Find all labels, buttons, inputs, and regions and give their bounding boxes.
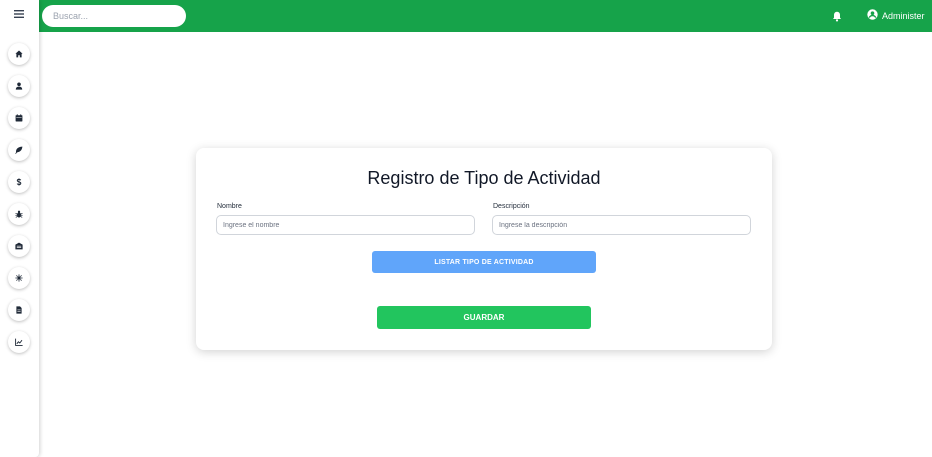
sidebar-item-user[interactable] (8, 75, 30, 97)
sidebar-item-reports[interactable] (8, 331, 30, 353)
sidebar-item-documents[interactable] (8, 299, 30, 321)
sidebar-item-warehouse[interactable] (8, 235, 30, 257)
list-activity-types-button[interactable]: LISTAR TIPO DE ACTIVIDAD (372, 251, 596, 273)
calendar-icon (15, 109, 23, 127)
virus-icon (15, 269, 23, 287)
user-menu[interactable]: Administer (867, 9, 925, 23)
bug-icon (15, 205, 23, 223)
description-label: Descripción (493, 203, 530, 210)
sidebar-item-diseases[interactable] (8, 267, 30, 289)
description-input[interactable] (492, 215, 751, 235)
document-icon (15, 301, 23, 319)
save-button[interactable]: GUARDAR (377, 306, 591, 329)
sidebar-item-home[interactable] (8, 43, 30, 65)
page-title: Registro de Tipo de Actividad (367, 168, 601, 188)
chart-icon (15, 333, 23, 351)
home-icon (15, 45, 23, 63)
name-input[interactable] (216, 215, 475, 235)
sidebar-item-leaf[interactable] (8, 139, 30, 161)
name-label: Nombre (217, 203, 242, 210)
user-name: Administer (882, 11, 925, 21)
user-icon (15, 77, 23, 95)
sidebar-item-calendar[interactable] (8, 107, 30, 129)
user-circle-icon (867, 7, 878, 25)
leaf-icon (15, 141, 23, 159)
sidebar (0, 0, 39, 457)
hamburger-icon[interactable] (9, 6, 29, 22)
bell-icon[interactable] (831, 10, 843, 22)
dollar-icon (15, 173, 23, 191)
sidebar-item-finance[interactable] (8, 171, 30, 193)
activity-type-form-card: Registro de Tipo de Actividad Nombre Des… (196, 148, 772, 350)
warehouse-icon (15, 237, 23, 255)
search-input[interactable] (42, 5, 186, 27)
top-navbar: Administer (0, 0, 932, 32)
sidebar-item-pests[interactable] (8, 203, 30, 225)
